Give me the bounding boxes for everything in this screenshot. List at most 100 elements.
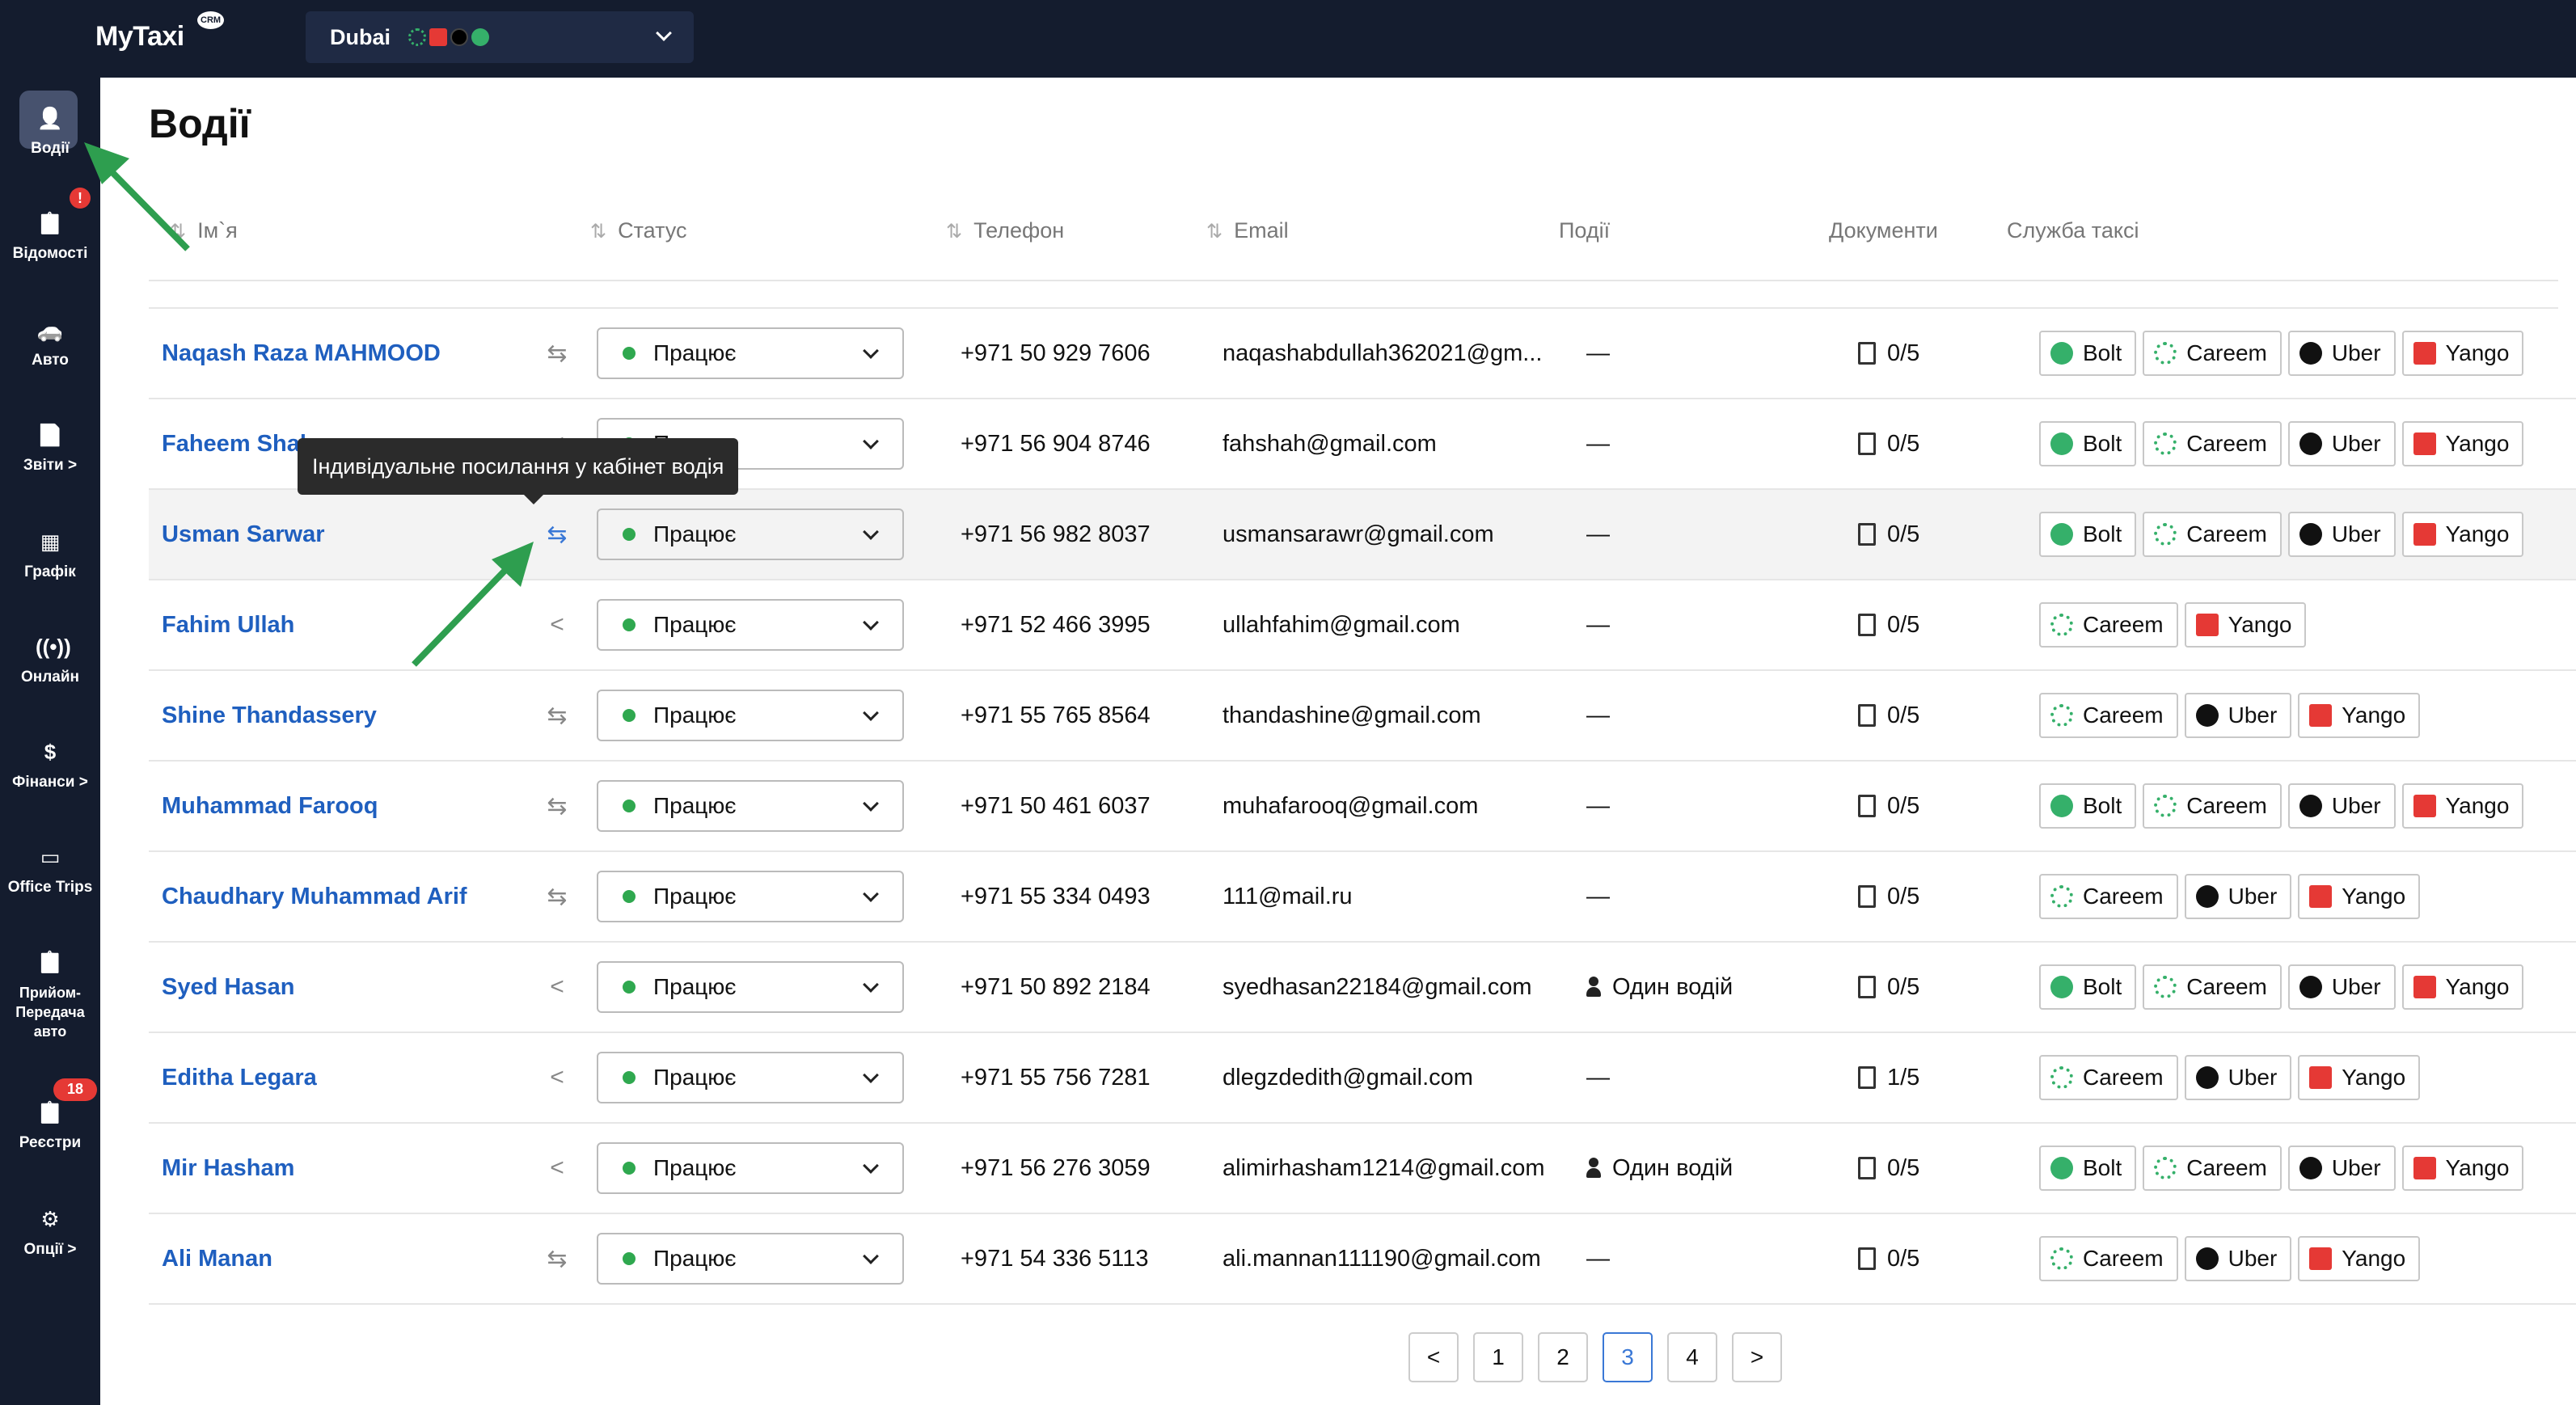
service-chip-careem[interactable]: Careem [2039, 1236, 2178, 1281]
service-chip-careem[interactable]: Careem [2143, 964, 2282, 1010]
status-select[interactable]: Працює [597, 1142, 904, 1194]
service-chip-careem[interactable]: Careem [2143, 331, 2282, 376]
column-header-status[interactable]: ⇅ Статус [590, 218, 686, 243]
share-icon[interactable]: < [537, 943, 577, 1032]
pagination-prev-button[interactable]: < [1408, 1332, 1459, 1382]
documents-cell[interactable]: 0/5 [1858, 852, 2020, 941]
driver-name-link[interactable]: Fahim Ullah [162, 580, 509, 669]
service-chip-yango[interactable]: Yango [2401, 512, 2524, 557]
pagination-page-2[interactable]: 2 [1538, 1332, 1588, 1382]
sidebar-item-9[interactable]: 📋 Реєстри [0, 1098, 100, 1153]
add-link-icon[interactable]: ⇆ [537, 852, 577, 941]
service-chip-yango[interactable]: Yango [2298, 1055, 2421, 1100]
status-select[interactable]: Працює [597, 690, 904, 741]
service-chip-bolt[interactable]: Bolt [2039, 421, 2137, 466]
app-logo[interactable]: MyTaxi [95, 21, 184, 53]
documents-cell[interactable]: 0/5 [1858, 580, 2020, 669]
driver-name-link[interactable]: Usman Sarwar [162, 490, 509, 579]
status-select[interactable]: Працює [597, 961, 904, 1013]
service-chip-uber[interactable]: Uber [2287, 421, 2396, 466]
service-chip-careem[interactable]: Careem [2039, 693, 2178, 738]
service-chip-bolt[interactable]: Bolt [2039, 512, 2137, 557]
service-chip-bolt[interactable]: Bolt [2039, 1146, 2137, 1191]
service-chip-uber[interactable]: Uber [2184, 1055, 2292, 1100]
service-chip-careem[interactable]: Careem [2039, 874, 2178, 919]
add-link-icon[interactable]: ⇆ [537, 1214, 577, 1303]
service-chip-uber[interactable]: Uber [2287, 1146, 2396, 1191]
service-chip-careem[interactable]: Careem [2039, 1055, 2178, 1100]
service-chip-yango[interactable]: Yango [2298, 874, 2421, 919]
driver-name-link[interactable]: Mir Hasham [162, 1124, 509, 1213]
documents-cell[interactable]: 0/5 [1858, 943, 2020, 1032]
driver-name-link[interactable]: Syed Hasan [162, 943, 509, 1032]
documents-cell[interactable]: 0/5 [1858, 309, 2020, 398]
sidebar-item-7[interactable]: ▭ Office Trips [0, 842, 100, 897]
sidebar-item-10[interactable]: ⚙ Опції > [0, 1205, 100, 1259]
service-chip-yango[interactable]: Yango [2401, 331, 2524, 376]
share-icon[interactable]: < [537, 1124, 577, 1213]
service-chip-uber[interactable]: Uber [2184, 693, 2292, 738]
documents-cell[interactable]: 1/5 [1858, 1033, 2020, 1122]
service-chip-yango[interactable]: Yango [2298, 693, 2421, 738]
documents-cell[interactable]: 0/5 [1858, 671, 2020, 760]
documents-cell[interactable]: 0/5 [1858, 399, 2020, 488]
service-chip-bolt[interactable]: Bolt [2039, 964, 2137, 1010]
driver-name-link[interactable]: Chaudhary Muhammad Arif [162, 852, 509, 941]
service-chip-careem[interactable]: Careem [2039, 602, 2178, 648]
service-chip-yango[interactable]: Yango [2184, 602, 2307, 648]
pagination-page-3[interactable]: 3 [1603, 1332, 1653, 1382]
service-chip-careem[interactable]: Careem [2143, 421, 2282, 466]
service-chip-uber[interactable]: Uber [2287, 512, 2396, 557]
sidebar-item-0[interactable]: 👤 Водії [0, 103, 100, 158]
service-chip-uber[interactable]: Uber [2287, 331, 2396, 376]
city-select[interactable]: Dubai [306, 11, 694, 63]
documents-cell[interactable]: 0/5 [1858, 1124, 2020, 1213]
column-header-phone[interactable]: ⇅ Телефон [946, 218, 1064, 243]
sidebar-item-4[interactable]: ▦ Графік [0, 527, 100, 582]
status-select[interactable]: Працює [597, 1233, 904, 1285]
service-chip-bolt[interactable]: Bolt [2039, 783, 2137, 829]
status-select[interactable]: Працює [597, 508, 904, 560]
pagination-page-1[interactable]: 1 [1473, 1332, 1523, 1382]
status-select[interactable]: Працює [597, 599, 904, 651]
share-icon[interactable]: < [537, 580, 577, 669]
driver-name-link[interactable]: Shine Thandassery [162, 671, 509, 760]
driver-name-link[interactable]: Ali Manan [162, 1214, 509, 1303]
documents-cell[interactable]: 0/5 [1858, 762, 2020, 850]
service-chip-bolt[interactable]: Bolt [2039, 331, 2137, 376]
add-link-icon[interactable]: ⇆ [537, 671, 577, 760]
service-chip-careem[interactable]: Careem [2143, 512, 2282, 557]
service-chip-uber[interactable]: Uber [2287, 783, 2396, 829]
status-select[interactable]: Працює [597, 871, 904, 922]
status-select[interactable]: Працює [597, 780, 904, 832]
share-icon[interactable]: < [537, 1033, 577, 1122]
column-header-email[interactable]: ⇅ Email [1206, 218, 1289, 243]
service-chip-uber[interactable]: Uber [2184, 1236, 2292, 1281]
service-chip-yango[interactable]: Yango [2401, 1146, 2524, 1191]
driver-name-link[interactable]: Editha Legara [162, 1033, 509, 1122]
sidebar-item-2[interactable]: 🚗 Авто [0, 315, 100, 370]
sidebar-item-6[interactable]: $ Фінанси > [0, 737, 100, 792]
driver-name-link[interactable]: Muhammad Farooq [162, 762, 509, 850]
service-chip-careem[interactable]: Careem [2143, 783, 2282, 829]
status-select[interactable]: Працює [597, 327, 904, 379]
sidebar-item-3[interactable]: 📄 Звіти > [0, 420, 100, 475]
service-chip-yango[interactable]: Yango [2401, 421, 2524, 466]
service-chip-yango[interactable]: Yango [2401, 783, 2524, 829]
documents-cell[interactable]: 0/5 [1858, 490, 2020, 579]
service-chip-yango[interactable]: Yango [2401, 964, 2524, 1010]
add-link-icon[interactable]: ⇆ [537, 309, 577, 398]
sidebar-item-8[interactable]: 📋 Прийом-Передача авто [0, 947, 100, 1041]
pagination-page-4[interactable]: 4 [1667, 1332, 1717, 1382]
driver-name-link[interactable]: Naqash Raza MAHMOOD [162, 309, 509, 398]
service-chip-uber[interactable]: Uber [2184, 874, 2292, 919]
service-chip-careem[interactable]: Careem [2143, 1146, 2282, 1191]
column-header-name[interactable]: ⇅ Ім`я [170, 218, 238, 243]
sidebar-item-5[interactable]: ((•)) Онлайн [0, 632, 100, 687]
pagination-next-button[interactable]: > [1732, 1332, 1782, 1382]
status-select[interactable]: Працює [597, 1052, 904, 1103]
add-link-icon[interactable]: ⇆ [537, 762, 577, 850]
documents-cell[interactable]: 0/5 [1858, 1214, 2020, 1303]
service-chip-yango[interactable]: Yango [2298, 1236, 2421, 1281]
service-chip-uber[interactable]: Uber [2287, 964, 2396, 1010]
